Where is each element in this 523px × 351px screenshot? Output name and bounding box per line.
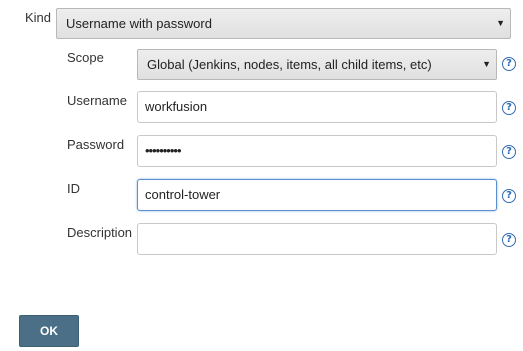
- scope-select[interactable]: Global (Jenkins, nodes, items, all child…: [137, 49, 497, 80]
- password-label: Password: [67, 137, 125, 152]
- help-icon[interactable]: ?: [502, 233, 516, 247]
- kind-select[interactable]: Username with password ▼: [56, 8, 511, 39]
- chevron-down-icon: ▼: [482, 59, 491, 69]
- username-field[interactable]: workfusion: [137, 91, 497, 123]
- scope-value: Global (Jenkins, nodes, items, all child…: [147, 57, 432, 72]
- help-icon[interactable]: ?: [502, 145, 516, 159]
- id-label: ID: [67, 181, 80, 196]
- kind-label: Kind: [25, 10, 52, 25]
- scope-label: Scope: [67, 50, 104, 65]
- description-label: Description: [67, 225, 133, 240]
- help-icon[interactable]: ?: [502, 189, 516, 203]
- chevron-down-icon: ▼: [496, 18, 505, 28]
- username-label: Username: [67, 93, 127, 108]
- id-field[interactable]: control-tower: [137, 179, 497, 211]
- help-icon[interactable]: ?: [502, 57, 516, 71]
- help-icon[interactable]: ?: [502, 101, 516, 115]
- ok-button[interactable]: OK: [19, 315, 79, 347]
- password-field[interactable]: ••••••••••: [137, 135, 497, 167]
- description-field[interactable]: [137, 223, 497, 255]
- kind-value: Username with password: [66, 16, 212, 31]
